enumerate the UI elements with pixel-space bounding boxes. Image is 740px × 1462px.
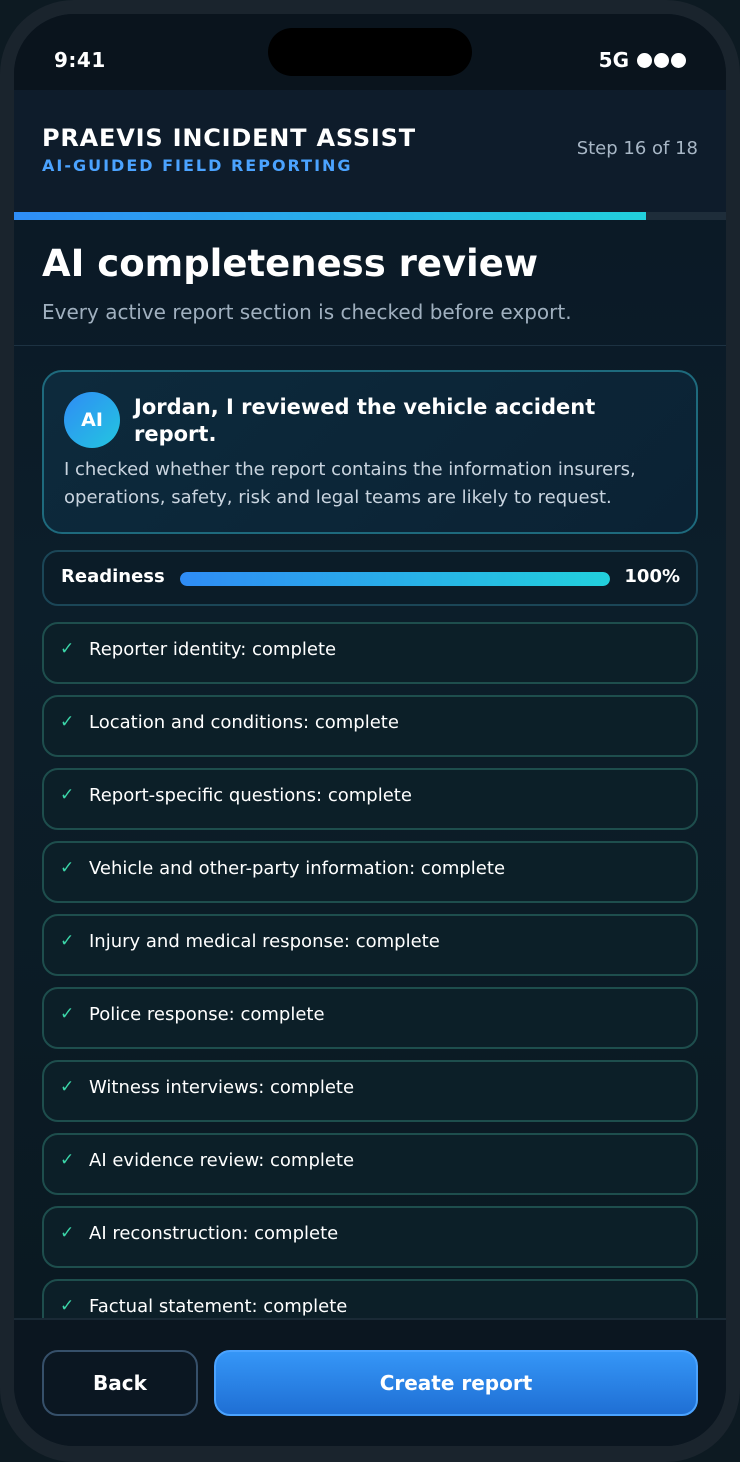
app-title: PRAEVIS INCIDENT ASSIST: [42, 124, 416, 152]
title-block: AI completeness review Every active repo…: [14, 220, 726, 346]
check-item: ✓ Factual statement: complete: [42, 1279, 698, 1318]
app-subtitle: AI-GUIDED FIELD REPORTING: [42, 156, 353, 175]
ai-avatar: AI: [64, 392, 120, 448]
step-indicator: Step 16 of 18: [576, 138, 698, 159]
create-report-button[interactable]: Create report: [214, 1350, 698, 1416]
check-icon: ✓: [60, 1150, 75, 1170]
readiness-label: Readiness: [61, 566, 165, 587]
status-bar: 9:41 5G: [14, 14, 726, 90]
scroll-content[interactable]: AI Jordan, I reviewed the vehicle accide…: [14, 346, 726, 1318]
check-item: ✓ Vehicle and other-party information: c…: [42, 841, 698, 903]
readiness-meter: Readiness 100%: [42, 550, 698, 606]
check-item-label: AI evidence review: complete: [89, 1150, 355, 1171]
back-button[interactable]: Back: [42, 1350, 198, 1416]
check-icon: ✓: [60, 931, 75, 951]
check-item-label: Witness interviews: complete: [89, 1077, 355, 1098]
page-subtitle: Every active report section is checked b…: [42, 300, 572, 324]
check-item-label: Vehicle and other-party information: com…: [89, 858, 506, 879]
readiness-fill: [180, 572, 610, 586]
check-icon: ✓: [60, 858, 75, 878]
network-indicator: 5G: [599, 48, 686, 72]
check-icon: ✓: [60, 1296, 75, 1316]
check-item-label: Report-specific questions: complete: [89, 785, 412, 806]
status-time: 9:41: [54, 48, 106, 72]
check-item: ✓ Police response: complete: [42, 987, 698, 1049]
check-item: ✓ Report-specific questions: complete: [42, 768, 698, 830]
readiness-track: [180, 572, 610, 586]
check-list: ✓ Reporter identity: complete ✓ Location…: [42, 622, 698, 1318]
check-item-label: AI reconstruction: complete: [89, 1223, 339, 1244]
check-icon: ✓: [60, 639, 75, 659]
check-item-label: Police response: complete: [89, 1004, 325, 1025]
page-title: AI completeness review: [42, 242, 539, 285]
check-icon: ✓: [60, 1077, 75, 1097]
check-item-label: Factual statement: complete: [89, 1296, 348, 1317]
ai-message-heading: Jordan, I reviewed the vehicle accident …: [134, 395, 596, 446]
ai-message-body: I checked whether the report contains th…: [64, 459, 636, 508]
phone-frame: 9:41 5G PRAEVIS INCIDENT ASSIST AI-GUIDE…: [0, 0, 740, 1462]
check-icon: ✓: [60, 1004, 75, 1024]
footer-actions: Back Create report: [14, 1318, 726, 1446]
check-item-label: Location and conditions: complete: [89, 712, 399, 733]
step-progress-fill: [14, 212, 647, 220]
screen: 9:41 5G PRAEVIS INCIDENT ASSIST AI-GUIDE…: [14, 14, 726, 1446]
ai-message-card: AI Jordan, I reviewed the vehicle accide…: [42, 370, 698, 534]
check-item: ✓ Witness interviews: complete: [42, 1060, 698, 1122]
app-header: PRAEVIS INCIDENT ASSIST AI-GUIDED FIELD …: [14, 90, 726, 212]
check-item: ✓ AI evidence review: complete: [42, 1133, 698, 1195]
check-item: ✓ Injury and medical response: complete: [42, 914, 698, 976]
dynamic-island: [268, 28, 472, 76]
readiness-value: 100%: [624, 566, 680, 587]
check-item-label: Reporter identity: complete: [89, 639, 337, 660]
signal-dots-icon: [637, 52, 686, 68]
check-item: ✓ Reporter identity: complete: [42, 622, 698, 684]
check-icon: ✓: [60, 1223, 75, 1243]
check-item-label: Injury and medical response: complete: [89, 931, 440, 952]
check-item: ✓ AI reconstruction: complete: [42, 1206, 698, 1268]
check-icon: ✓: [60, 712, 75, 732]
check-icon: ✓: [60, 785, 75, 805]
step-progress-bar: [14, 212, 726, 220]
network-label: 5G: [598, 48, 629, 72]
check-item: ✓ Location and conditions: complete: [42, 695, 698, 757]
